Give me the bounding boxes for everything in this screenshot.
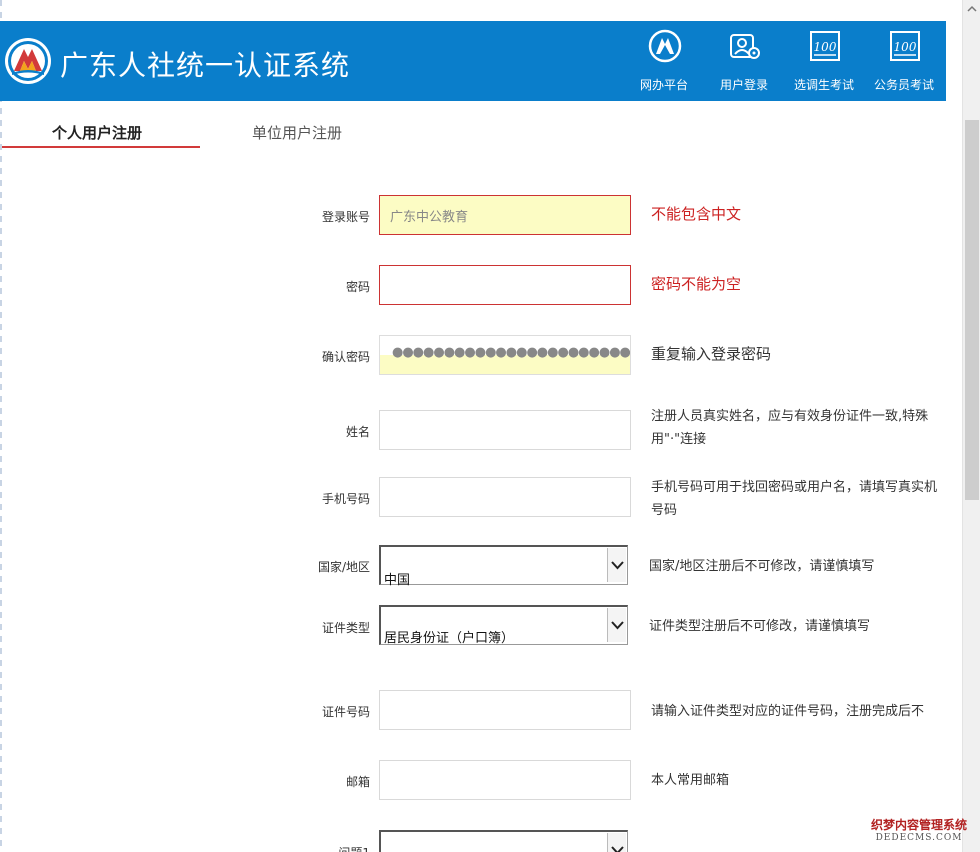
scroll-up-button[interactable]: [963, 0, 980, 18]
vertical-scrollbar[interactable]: [962, 0, 980, 852]
email-input[interactable]: [379, 760, 631, 800]
user-settings-icon: [730, 34, 760, 59]
score-100-icon: 100: [890, 31, 920, 61]
nav-civil-service-exam[interactable]: 100 公务员考试: [864, 21, 944, 101]
tab-personal-registration[interactable]: 个人用户注册: [52, 122, 142, 143]
hands-logo-icon: [648, 29, 682, 63]
watermark: 织梦内容管理系统 DEDECMS.COM: [864, 816, 974, 846]
question1-label: 问题1: [338, 844, 370, 852]
name-input[interactable]: [379, 410, 631, 450]
name-hint: 注册人员真实姓名，应与有效身份证件一致,特殊用"·"连接: [651, 409, 929, 447]
id-type-selected-value: 居民身份证（户口簿）: [384, 631, 515, 646]
id-type-hint: 证件类型注册后不可修改，请谨慎填写: [649, 619, 871, 634]
chevron-down-icon: [611, 846, 624, 852]
watermark-cn: 织梦内容管理系统: [870, 818, 967, 832]
window-edge: [0, 0, 2, 852]
password-label: 密码: [345, 280, 370, 294]
watermark-en: DEDECMS.COM: [875, 833, 963, 843]
nav-selection-exam[interactable]: 100 选调生考试: [784, 21, 864, 101]
nav-online-service[interactable]: 网办平台: [624, 21, 704, 101]
site-title: 广东人社统一认证系统: [60, 49, 351, 82]
chevron-down-icon: [611, 621, 624, 630]
page-viewport: 广东人社统一认证系统 网办平台 用户登录 100 选调生考试 100 公务员考试…: [0, 0, 962, 852]
country-label: 国家/地区: [317, 560, 370, 574]
chevron-up-icon: [967, 5, 977, 12]
active-tab-indicator: [2, 146, 200, 148]
password-error: 密码不能为空: [651, 275, 742, 293]
email-hint: 本人常用邮箱: [651, 773, 730, 788]
country-hint: 国家/地区注册后不可修改，请谨慎填写: [649, 559, 875, 574]
confirm-password-input[interactable]: ●●●●●●●●●●●●●●●●●●●●●●●●●●●●●●: [379, 335, 631, 375]
id-number-hint: 请输入证件类型对应的证件号码，注册完成后不: [651, 704, 925, 719]
country-dropdown-button[interactable]: [607, 548, 626, 582]
nav-user-login[interactable]: 用户登录: [704, 21, 784, 101]
svg-text:100: 100: [894, 40, 917, 54]
email-label: 邮箱: [345, 775, 370, 789]
nav-label: 用户登录: [719, 78, 768, 92]
country-select[interactable]: 中国: [379, 545, 628, 588]
confirm-password-label: 确认密码: [321, 350, 370, 364]
site-header: 广东人社统一认证系统 网办平台 用户登录 100 选调生考试 100 公务员考试: [0, 21, 946, 101]
nav-label: 网办平台: [639, 78, 688, 92]
scrollbar-thumb[interactable]: [965, 120, 979, 500]
question1-dropdown-button[interactable]: [607, 833, 626, 852]
id-type-label: 证件类型: [321, 621, 370, 635]
mobile-label: 手机号码: [321, 492, 370, 506]
id-number-input[interactable]: [379, 690, 631, 730]
tab-company-registration[interactable]: 单位用户注册: [252, 122, 342, 143]
nav-label: 选调生考试: [793, 78, 854, 92]
country-selected-value: 中国: [384, 573, 411, 588]
login-account-input[interactable]: [379, 195, 631, 235]
password-input[interactable]: [379, 265, 631, 305]
masked-password: ●●●●●●●●●●●●●●●●●●●●●●●●●●●●●●: [392, 345, 630, 360]
confirm-password-hint: 重复输入登录密码: [651, 345, 772, 363]
name-label: 姓名: [345, 425, 370, 439]
nav-label: 公务员考试: [873, 78, 934, 92]
login-account-error: 不能包含中文: [651, 205, 742, 223]
score-100-icon: 100: [810, 31, 840, 61]
id-type-select[interactable]: 居民身份证（户口簿）: [379, 605, 628, 646]
mobile-hint: 手机号码可用于找回密码或用户名，请填写真实机号码: [651, 480, 938, 518]
id-type-dropdown-button[interactable]: [607, 608, 626, 642]
question1-select[interactable]: [379, 830, 628, 852]
guangdong-hrss-logo-icon: [5, 38, 51, 84]
id-number-label: 证件号码: [321, 705, 370, 719]
mobile-input[interactable]: [379, 477, 631, 517]
svg-text:100: 100: [814, 40, 837, 54]
chevron-down-icon: [611, 561, 624, 570]
login-account-label: 登录账号: [321, 210, 370, 224]
